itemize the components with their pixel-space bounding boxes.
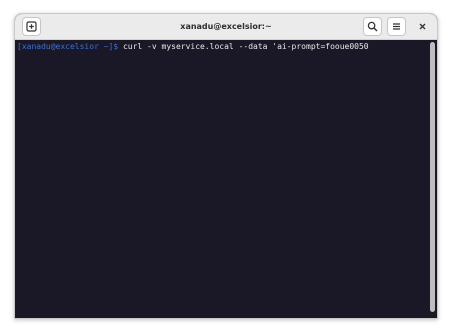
search-button[interactable]	[363, 17, 382, 36]
scrollbar[interactable]	[429, 40, 437, 318]
search-icon	[367, 21, 378, 32]
title-bar: xanadu@excelsior:~	[15, 14, 437, 40]
hamburger-menu-icon	[393, 23, 400, 30]
terminal-output[interactable]: [xanadu@excelsior ~]$ curl -v myservice.…	[15, 40, 429, 318]
scrollbar-thumb[interactable]	[430, 42, 435, 312]
close-icon	[419, 23, 426, 30]
shell-prompt: [xanadu@excelsior ~]$	[17, 42, 119, 51]
new-tab-icon	[26, 21, 37, 32]
close-button[interactable]	[413, 17, 432, 36]
new-tab-button[interactable]	[22, 17, 41, 36]
menu-button[interactable]	[387, 17, 406, 36]
command-line: curl -v myservice.local --data 'ai-promp…	[118, 42, 369, 51]
terminal-window: xanadu@excelsior:~ [xanadu@excelsior ~]$…	[14, 13, 438, 319]
